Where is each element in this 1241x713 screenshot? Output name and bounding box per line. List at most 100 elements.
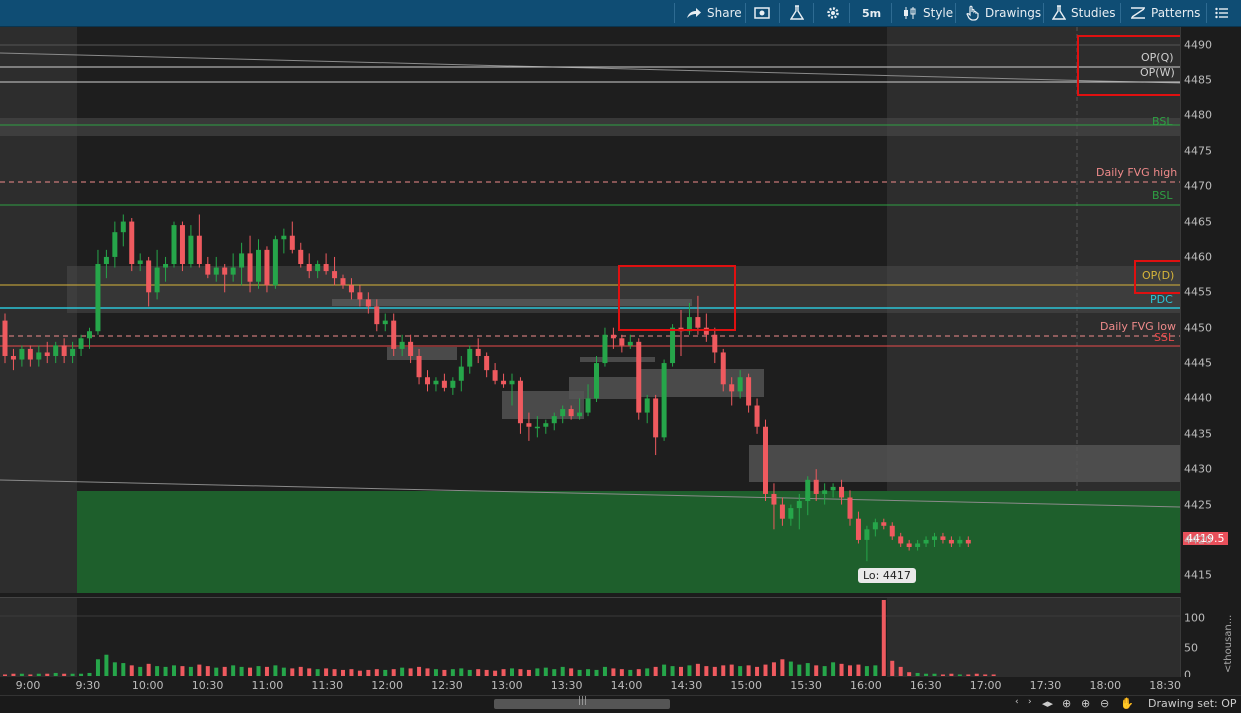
- candle-body: [864, 529, 870, 540]
- time-tick: 11:30: [311, 679, 344, 692]
- zoom-out-icon[interactable]: ⊖: [1100, 697, 1109, 710]
- price-axis[interactable]: 4419.5 4490 4485 4480 4475 4470 4465 4460 4455 4…: [1180, 27, 1241, 593]
- candle-body: [560, 409, 566, 417]
- scroll-right-icon[interactable]: ›: [1028, 697, 1032, 707]
- volume-bar: [256, 666, 261, 676]
- share-button[interactable]: Share: [686, 0, 742, 26]
- volume-bar: [577, 669, 582, 676]
- volume-bar: [510, 668, 514, 676]
- candle: [754, 398, 760, 434]
- candle-body: [771, 493, 777, 505]
- candle-body: [915, 543, 921, 548]
- scroll-left-icon[interactable]: ‹: [1015, 697, 1019, 707]
- volume-tick: 50: [1184, 641, 1198, 655]
- candle-body: [822, 490, 828, 494]
- toolbar-divider: [674, 3, 675, 23]
- volume-bar: [298, 666, 303, 676]
- volume-bar: [594, 669, 599, 676]
- style-button[interactable]: Style: [902, 0, 953, 26]
- volume-bar: [940, 674, 945, 676]
- candle-body: [568, 409, 574, 417]
- price-tick: 4475: [1184, 144, 1212, 158]
- candle-body: [61, 345, 67, 356]
- toolbar-divider: [1043, 3, 1044, 23]
- volume-bar: [400, 667, 405, 676]
- candle-body: [847, 497, 853, 519]
- flask-button[interactable]: [790, 0, 804, 26]
- horizontal-scrollbar[interactable]: |||: [494, 696, 670, 709]
- drawing-set-label[interactable]: Drawing set: OP: [1148, 697, 1237, 710]
- candle-body: [441, 380, 447, 388]
- timeframe-button[interactable]: 5m: [862, 0, 881, 26]
- afterhours-shading: [887, 598, 1180, 678]
- candle-body: [619, 338, 625, 346]
- volume-bar: [484, 669, 489, 676]
- volume-bar: [205, 666, 210, 676]
- studies-button[interactable]: Studies: [1052, 0, 1116, 26]
- volume-bar: [695, 663, 700, 676]
- price-tick: 4420: [1184, 533, 1212, 547]
- volume-bar: [771, 662, 776, 676]
- candle-body: [906, 543, 912, 548]
- volume-bar: [991, 674, 996, 676]
- volume-bar: [518, 669, 523, 676]
- candle: [517, 377, 523, 434]
- volume-bar: [45, 673, 50, 676]
- time-tick: 15:30: [790, 679, 822, 692]
- volume-bar: [391, 669, 396, 676]
- candle-body: [653, 398, 659, 438]
- volume-bar: [822, 666, 827, 676]
- candle-body: [44, 352, 50, 356]
- candle-body: [948, 539, 954, 544]
- toolbar-divider: [779, 3, 780, 23]
- price-tick: 4455: [1184, 285, 1212, 299]
- volume-bar: [53, 672, 58, 676]
- candle-body: [788, 508, 794, 519]
- volume-bar: [881, 600, 886, 676]
- volume-bar: [273, 665, 278, 676]
- drawings-button[interactable]: Drawings: [966, 0, 1041, 26]
- expand-icon[interactable]: ◂▸: [1042, 697, 1053, 710]
- candle-body: [154, 267, 160, 293]
- patterns-button[interactable]: Patterns: [1130, 0, 1200, 26]
- time-tick: 10:00: [131, 679, 164, 692]
- time-tick: 13:30: [550, 679, 583, 692]
- time-axis[interactable]: 9:00 9:30 10:00 10:30 11:00 11:30 12:00 12:30 13…: [0, 677, 1241, 695]
- gear-icon: [827, 7, 839, 19]
- studies-label: Studies: [1071, 6, 1116, 20]
- candles-icon: [904, 7, 916, 19]
- volume-bar: [112, 662, 117, 676]
- price-chart[interactable]: OP(Q) OP(W) BSL Daily FVG high BSL OP(D)…: [0, 27, 1180, 593]
- volume-bar: [535, 668, 540, 676]
- volume-bar: [146, 663, 151, 676]
- candle-body: [450, 380, 456, 388]
- candle: [746, 373, 752, 413]
- volume-bar: [129, 665, 134, 676]
- price-tick: 4490: [1184, 38, 1212, 52]
- crosshair-icon[interactable]: ⊕: [1062, 697, 1071, 710]
- candle-body: [357, 292, 363, 300]
- volume-bar: [62, 673, 67, 676]
- candle-body: [889, 525, 895, 537]
- zoom-in-icon[interactable]: ⊕: [1081, 697, 1090, 710]
- candle: [627, 334, 633, 349]
- volume-bar: [526, 669, 531, 676]
- pdc-label: PDC: [1150, 293, 1173, 306]
- candle: [458, 355, 464, 392]
- time-tick: 14:30: [670, 679, 703, 692]
- candle: [712, 327, 718, 364]
- candle-body: [610, 334, 616, 339]
- candle: [763, 419, 768, 502]
- volume-bar: [653, 666, 658, 676]
- snapshot-icon: [754, 7, 770, 19]
- volume-bar: [602, 666, 607, 676]
- menu-button[interactable]: [1215, 0, 1229, 26]
- pan-hand-icon[interactable]: ✋: [1120, 697, 1134, 710]
- candle: [171, 221, 177, 268]
- settings-button[interactable]: [825, 0, 841, 26]
- snapshot-button[interactable]: [754, 0, 770, 26]
- volume-bar: [679, 666, 683, 676]
- volume-bars: [3, 600, 996, 676]
- volume-pane[interactable]: [0, 597, 1180, 678]
- candle-body: [247, 253, 253, 282]
